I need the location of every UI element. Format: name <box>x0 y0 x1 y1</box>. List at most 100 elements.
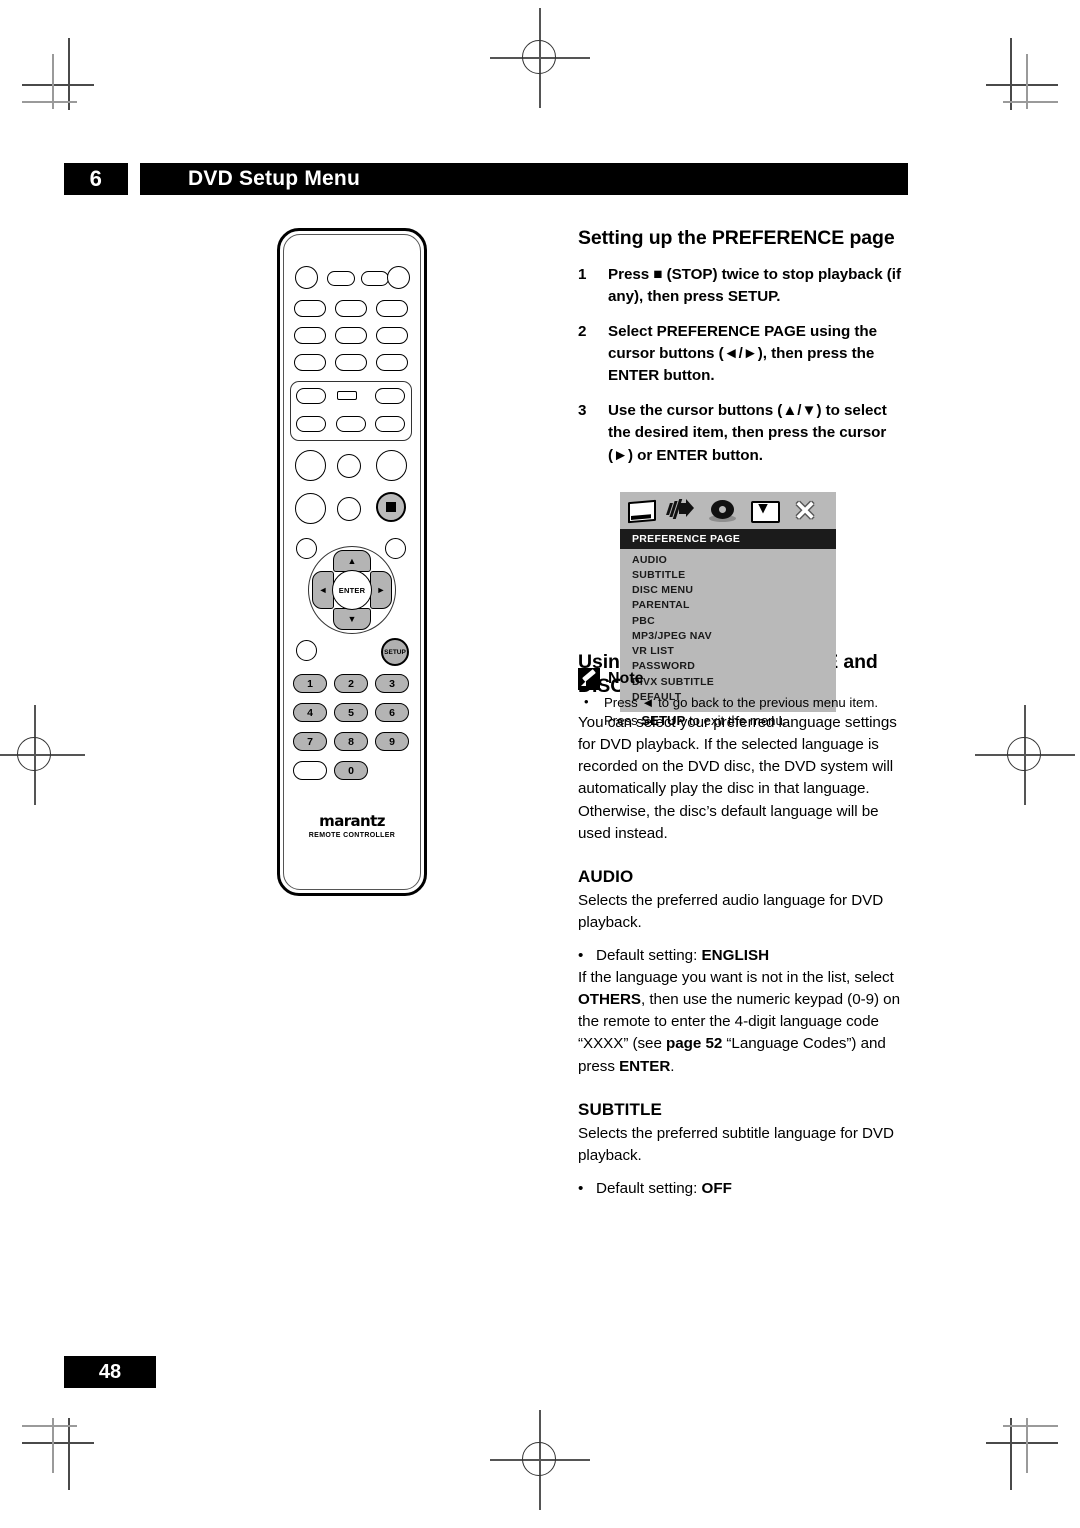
remote-button-grp-6[interactable] <box>375 416 405 432</box>
remote-button-play[interactable] <box>337 454 361 478</box>
remote-key-2[interactable]: 2 <box>334 674 368 693</box>
remote-button-next[interactable] <box>376 450 407 481</box>
subtitle-heading: SUBTITLE <box>578 1099 662 1119</box>
crop-mark-top-right-h2 <box>1003 101 1058 103</box>
note-line2-setup: SETUP <box>641 713 686 729</box>
dpad-enter-button[interactable]: ENTER <box>332 570 372 610</box>
subtitle-default-setting: • Default setting: OFF <box>578 1178 913 1200</box>
remote-button-row4-1[interactable] <box>294 354 326 371</box>
audio-default-label: Default setting: <box>596 947 702 964</box>
remote-button-row3-1[interactable] <box>294 327 326 344</box>
brand-name: marantz <box>319 812 385 830</box>
preference-steps: 1 Press ■ (STOP) twice to stop playback … <box>578 264 913 467</box>
disc-icon[interactable] <box>708 498 738 524</box>
remote-button-pause[interactable] <box>337 497 361 521</box>
audio-others-note: If the language you want is not in the l… <box>578 967 913 1078</box>
crop-mark-top-right-v <box>1010 38 1012 110</box>
remote-key-4[interactable]: 4 <box>293 703 327 722</box>
note-content: • Press ◄ to go back to the previous men… <box>584 694 918 730</box>
page-number-badge: 48 <box>64 1356 156 1388</box>
dpad-left-button[interactable]: ◄ <box>312 571 334 609</box>
remote-button-row4-3[interactable] <box>376 354 408 371</box>
note-line2-suffix: to exit the menu. <box>685 713 787 729</box>
remote-key-5[interactable]: 5 <box>334 703 368 722</box>
crop-mark-bottom-left-h2 <box>22 1425 77 1427</box>
remote-button-grp-4[interactable] <box>296 416 326 432</box>
remote-button-row1-3[interactable] <box>361 271 389 286</box>
registration-mark-right <box>975 705 1075 805</box>
pencil-icon <box>578 668 600 690</box>
preference-icon[interactable] <box>749 498 780 524</box>
remote-button-rewind[interactable] <box>295 493 326 524</box>
osd-menu-item[interactable]: PBC <box>632 613 836 628</box>
bullet-icon: • <box>578 1179 584 1197</box>
crop-mark-bottom-right-v2 <box>1026 1418 1028 1473</box>
osd-menu-item[interactable]: PARENTAL <box>632 598 836 613</box>
dpad-down-button[interactable]: ▼ <box>333 608 371 630</box>
remote-button-row4-2[interactable] <box>335 354 367 371</box>
osd-menu-item[interactable]: DISC MENU <box>632 583 836 598</box>
crop-mark-top-left-v2 <box>52 54 54 109</box>
remote-button-stop[interactable] <box>376 492 406 522</box>
remote-button-row2-1[interactable] <box>294 300 326 317</box>
crop-mark-bottom-left-v2 <box>52 1418 54 1473</box>
step-number: 3 <box>578 402 587 420</box>
remote-button-grp-1[interactable] <box>296 388 326 404</box>
audio-heading: AUDIO <box>578 866 634 886</box>
registration-mark-top <box>490 8 590 108</box>
remote-button-grp-5[interactable] <box>336 416 366 432</box>
brand-subtitle: REMOTE CONTROLLER <box>308 832 396 839</box>
speaker-icon[interactable] <box>666 498 697 524</box>
note-title: Note <box>608 670 644 687</box>
crop-mark-bottom-left-h <box>22 1442 94 1444</box>
remote-button-side-left-2[interactable] <box>296 640 317 661</box>
key-label: 7 <box>307 735 313 748</box>
step-number: 2 <box>578 322 587 340</box>
osd-menu-item[interactable]: MP3/JPEG NAV <box>632 628 836 643</box>
remote-button-row1-2[interactable] <box>327 271 355 286</box>
cursor-left-icon: ◄ <box>318 585 328 595</box>
key-label: 9 <box>389 735 395 748</box>
dpad-up-button[interactable]: ▲ <box>333 550 371 572</box>
remote-key-1[interactable]: 1 <box>293 674 327 693</box>
remote-key-3[interactable]: 3 <box>375 674 409 693</box>
remote-key-8[interactable]: 8 <box>334 732 368 751</box>
remote-key-0[interactable]: 0 <box>334 761 368 780</box>
key-label: 1 <box>307 677 313 690</box>
remote-key-6[interactable]: 6 <box>375 703 409 722</box>
osd-icon-bar: ✕ <box>620 492 836 529</box>
remote-button-row3-3[interactable] <box>376 327 408 344</box>
note-page-ref: page 52 <box>666 1035 723 1053</box>
osd-menu-item[interactable]: AUDIO <box>632 552 836 567</box>
remote-key-7[interactable]: 7 <box>293 732 327 751</box>
subtitle-default-label: Default setting: <box>596 1179 702 1197</box>
remote-button-grp-indicator <box>337 391 357 400</box>
osd-menu-item[interactable]: SUBTITLE <box>632 567 836 582</box>
remote-key-9[interactable]: 9 <box>375 732 409 751</box>
audio-default-text: Default setting: ENGLISH <box>596 945 913 967</box>
step-text: Use the cursor buttons (▲/▼) to select t… <box>608 402 887 464</box>
remote-button-row1-4[interactable] <box>387 266 410 289</box>
remote-button-row2-3[interactable] <box>376 300 408 317</box>
step-number: 1 <box>578 265 587 283</box>
osd-menu-item[interactable]: VR LIST <box>632 644 836 659</box>
remote-button-power[interactable] <box>295 266 318 289</box>
remote-key-blank[interactable] <box>293 761 327 780</box>
registration-mark-bottom <box>490 1410 590 1510</box>
remote-button-row2-2[interactable] <box>335 300 367 317</box>
crop-mark-top-right-v2 <box>1026 54 1028 109</box>
step-text: Select PREFERENCE PAGE using the cursor … <box>608 322 878 385</box>
remote-dpad: ▲ ▼ ◄ ► ENTER <box>308 546 396 634</box>
note-line-1: Press ◄ to go back to the previous menu … <box>604 695 879 710</box>
cursor-up-icon: ▲ <box>347 556 357 566</box>
crop-mark-bottom-right-h <box>986 1442 1058 1444</box>
note-text: Press ◄ to go back to the previous menu … <box>604 694 918 730</box>
close-icon[interactable]: ✕ <box>790 497 820 524</box>
dpad-right-button[interactable]: ► <box>370 571 392 609</box>
monitor-icon[interactable] <box>626 498 656 524</box>
remote-button-grp-3[interactable] <box>375 388 405 404</box>
note-header: Note <box>578 668 918 690</box>
remote-button-row3-2[interactable] <box>335 327 367 344</box>
remote-button-setup[interactable]: SETUP <box>381 638 409 666</box>
remote-button-prev[interactable] <box>295 450 326 481</box>
